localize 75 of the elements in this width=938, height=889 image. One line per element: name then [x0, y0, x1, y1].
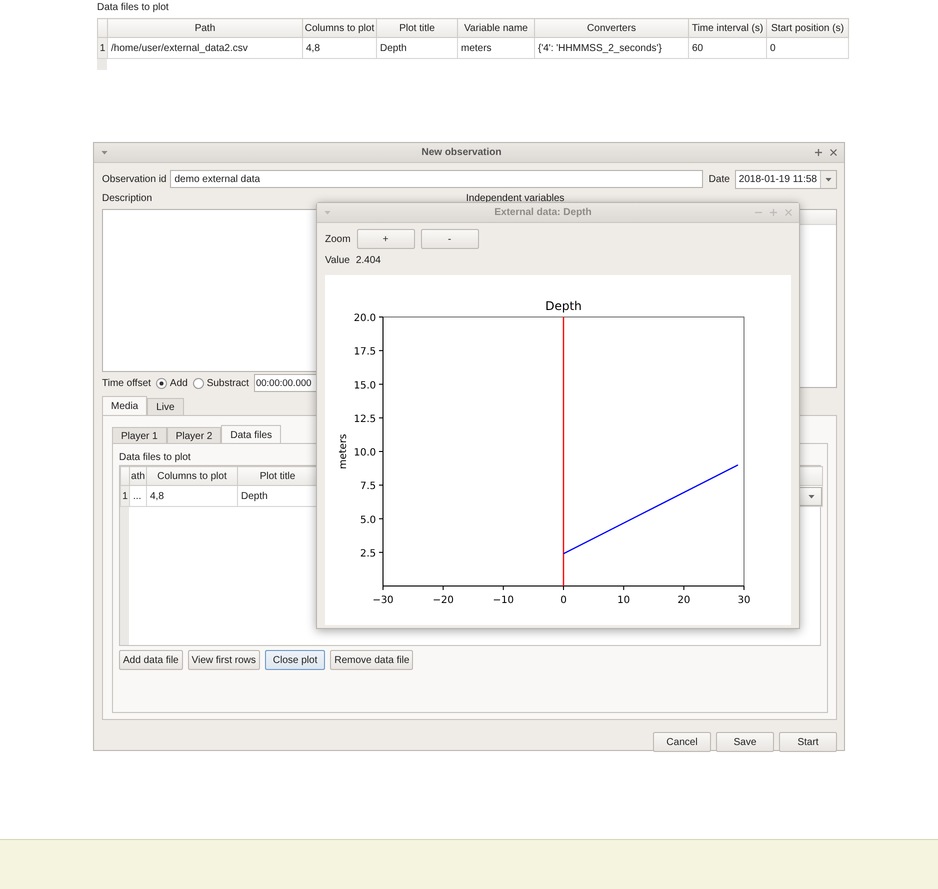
radio-label[interactable]: Substract [206, 378, 249, 388]
column-header[interactable]: Time interval (s) [688, 18, 766, 38]
table-cell[interactable]: 4,8 [302, 38, 376, 58]
table-cell[interactable]: Depth [376, 38, 458, 58]
tab[interactable]: Player 1 [112, 427, 167, 443]
table-cell[interactable]: {'4': 'HHMMSS_2_seconds'} [534, 38, 688, 58]
field-label: Date [708, 174, 730, 184]
tick-label: 0 [560, 595, 567, 606]
column-header[interactable]: Variable name [458, 18, 534, 38]
value-text: 2.404 [356, 254, 381, 267]
zoom-button[interactable]: + [356, 229, 415, 249]
section-label: Data files to plot [97, 1, 170, 15]
button[interactable]: Add data file [119, 650, 183, 670]
tick-label: 20 [677, 595, 690, 606]
maximize-icon[interactable] [814, 148, 823, 157]
radio-button[interactable] [156, 378, 167, 388]
window-menu-icon[interactable] [100, 148, 109, 157]
column-header[interactable]: ath [130, 466, 146, 486]
field-label: Value [325, 254, 350, 267]
button[interactable]: Start [779, 732, 837, 752]
tab[interactable]: Live [147, 398, 184, 415]
button[interactable]: Remove data file [330, 650, 414, 670]
table-cell[interactable]: 60 [688, 38, 766, 58]
table-cell[interactable]: meters [458, 38, 534, 58]
tick-label: 20.0 [354, 313, 376, 324]
tick-label: 7.5 [360, 481, 376, 492]
window-title: External data: Depth [493, 207, 593, 218]
tick-label: 15.0 [354, 380, 376, 392]
tick-label: 12.5 [354, 414, 376, 425]
row-header-strip [97, 59, 107, 70]
radio-button[interactable] [192, 378, 204, 388]
zoom-button[interactable]: - [420, 229, 479, 249]
table-cell[interactable]: ... [130, 486, 146, 506]
tick-label: 5.0 [360, 514, 376, 526]
column-header[interactable]: Plot title [376, 18, 458, 38]
tab[interactable]: Media [102, 396, 148, 415]
field-label: Zoom [325, 234, 351, 244]
radio-label[interactable]: Add [170, 378, 188, 388]
column-header[interactable]: Path [108, 18, 302, 38]
tick-label: −30 [372, 595, 394, 606]
table-cell[interactable]: 4,8 [146, 486, 238, 506]
column-header[interactable]: Start position (s) [766, 18, 848, 38]
button[interactable]: View first rows [188, 650, 260, 670]
button[interactable]: Close plot [264, 650, 326, 670]
tick-label: 10.0 [354, 448, 376, 458]
tick-label: 17.5 [354, 346, 376, 358]
date-field[interactable]: 2018-01-19 11:58 [734, 170, 837, 188]
dropdown-field[interactable] [798, 486, 822, 506]
tab[interactable]: Player 2 [166, 427, 222, 443]
table-cell[interactable]: 0 [766, 38, 848, 58]
axis-label: meters [338, 434, 349, 470]
table-cell[interactable]: /home/user/external_data2.csv [108, 38, 302, 58]
field-label: Description [102, 194, 154, 206]
close-icon[interactable] [829, 148, 838, 157]
column-header[interactable]: Plot title [238, 466, 318, 486]
button[interactable]: Save [716, 732, 774, 752]
button[interactable]: Cancel [653, 732, 711, 752]
row-header[interactable]: 1 [120, 486, 130, 506]
text-field[interactable]: demo external data [170, 170, 703, 188]
tick-label: 10 [617, 595, 630, 606]
field-label: Time offset [102, 378, 151, 388]
column-header[interactable]: Converters [534, 18, 688, 38]
tick-label: 30 [738, 595, 750, 606]
tick-label: −20 [432, 595, 454, 606]
column-header[interactable]: Columns to plot [146, 466, 238, 486]
field-label: Observation id [102, 174, 166, 184]
tick-label: 2.5 [360, 548, 376, 560]
tab[interactable]: Data files [221, 425, 282, 443]
row-header[interactable]: 1 [98, 38, 108, 58]
window-menu-icon[interactable] [323, 208, 332, 217]
tick-label: −10 [492, 595, 514, 606]
chart-title: Depth [545, 299, 582, 313]
column-header[interactable]: Columns to plot [302, 18, 376, 38]
window-title: New observation [420, 147, 503, 158]
section-label: Independent variables [466, 194, 566, 206]
